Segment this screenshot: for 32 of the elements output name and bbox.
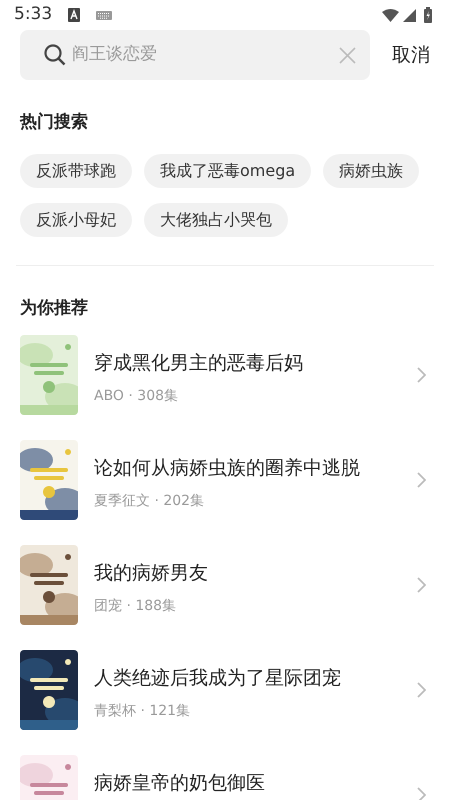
book-meta: 夏季征文 · 202集 — [94, 492, 206, 510]
book-title[interactable]: 我的病娇男友 — [94, 559, 208, 588]
search-tag[interactable]: 我成了恶毒omega — [144, 154, 312, 188]
section-title: 热门搜索 — [20, 111, 89, 134]
battery-icon — [424, 7, 432, 23]
wifi-icon — [382, 8, 399, 22]
notification-icon — [68, 8, 80, 22]
search-icon — [44, 44, 66, 66]
book-title[interactable]: 人类绝迹后我成为了星际团宠 — [94, 664, 341, 692]
status-time: 5:33 — [14, 3, 52, 26]
search-tag[interactable]: 反派带球跑 — [20, 154, 132, 188]
chevron-right-icon[interactable] — [417, 682, 426, 698]
search-tag[interactable]: 大佬独占小哭包 — [144, 202, 288, 236]
clear-icon[interactable] — [339, 46, 356, 64]
keyboard-icon — [96, 10, 112, 20]
book-title[interactable]: 穿成黑化男主的恶毒后妈 — [94, 349, 303, 378]
search-field[interactable]: 阎王谈恋爱 — [20, 30, 370, 80]
chevron-right-icon[interactable] — [417, 472, 426, 488]
search-input[interactable]: 阎王谈恋爱 — [70, 41, 339, 69]
cancel-button[interactable]: 取消 — [392, 40, 430, 70]
book-title[interactable]: 论如何从病娇虫族的圈养中逃脱 — [94, 454, 360, 482]
section-title: 为你推荐 — [20, 296, 89, 320]
chevron-right-icon[interactable] — [417, 367, 426, 383]
book-meta: 团宠 · 188集 — [94, 596, 178, 616]
chevron-right-icon[interactable] — [417, 577, 426, 593]
chevron-right-icon[interactable] — [417, 787, 426, 800]
book-meta: 青梨杯 · 121集 — [94, 702, 192, 720]
signal-icon — [403, 8, 416, 22]
book-meta: ABO · 308集 — [94, 386, 180, 406]
book-title[interactable]: 病娇皇帝的奶包御医 — [94, 769, 265, 798]
search-tag[interactable]: 反派小母妃 — [20, 202, 132, 236]
search-tag[interactable]: 病娇虫族 — [323, 154, 420, 188]
